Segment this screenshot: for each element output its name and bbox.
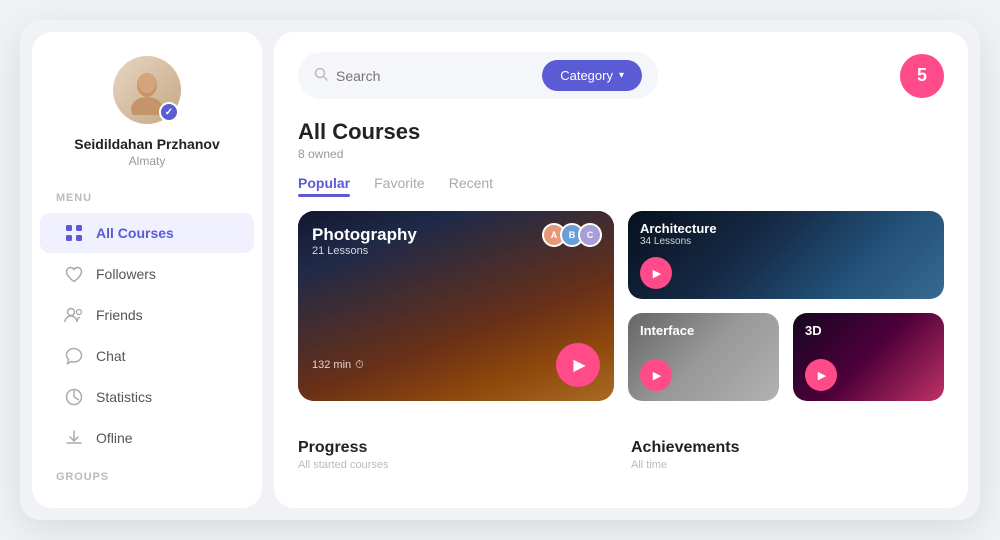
notification-button[interactable]: 5 xyxy=(900,54,944,98)
courses-grid: Photography 21 Lessons 132 min ⏱ ▶ xyxy=(298,211,944,415)
header: Category ▾ 5 xyxy=(298,52,944,99)
course-card-photography[interactable]: Photography 21 Lessons 132 min ⏱ ▶ xyxy=(298,211,614,401)
photography-duration: 132 min ⏱ xyxy=(312,359,364,372)
achievements-sub: All time xyxy=(631,459,944,471)
sidebar: Seidildahan Przhanov Almaty Menu All Cou… xyxy=(32,32,262,508)
sidebar-item-statistics[interactable]: Statistics xyxy=(40,377,254,417)
courses-title: All Courses xyxy=(298,119,944,145)
tab-favorite[interactable]: Favorite xyxy=(374,175,425,195)
threed-title: 3D xyxy=(805,323,932,338)
heart-icon xyxy=(64,264,84,284)
category-button[interactable]: Category ▾ xyxy=(542,60,642,91)
play-button-3d[interactable]: ▶ xyxy=(805,359,837,391)
download-icon xyxy=(64,428,84,448)
interface-title: Interface xyxy=(640,323,767,338)
sidebar-item-chat[interactable]: Chat xyxy=(40,336,254,376)
search-bar[interactable]: Category ▾ xyxy=(298,52,658,99)
statistics-icon xyxy=(64,387,84,407)
arch-title: Architecture xyxy=(640,221,932,236)
avatar-wrapper xyxy=(113,56,181,124)
sidebar-item-label-offline: Ofline xyxy=(96,430,133,446)
play-button-photography[interactable]: ▶ xyxy=(556,343,600,387)
arch-content: Architecture 34 Lessons ▶ xyxy=(628,211,944,299)
grid-icon xyxy=(64,223,84,243)
user-name: Seidildahan Przhanov xyxy=(74,136,219,152)
clock-icon: ⏱ xyxy=(355,359,364,372)
play-icon: ▶ xyxy=(573,355,585,375)
search-icon xyxy=(314,67,328,84)
play-icon-sm: ▶ xyxy=(653,267,661,280)
course-card-interface[interactable]: Interface ▶ xyxy=(628,313,779,401)
threed-content: 3D ▶ xyxy=(793,313,944,401)
bottom-right-cards: Interface ▶ 3D xyxy=(628,313,944,401)
tabs: Popular Favorite Recent xyxy=(298,175,944,195)
app-container: Seidildahan Przhanov Almaty Menu All Cou… xyxy=(20,20,980,520)
sidebar-item-label-followers: Followers xyxy=(96,266,156,282)
sidebar-item-label-friends: Friends xyxy=(96,307,143,323)
card-bottom: 132 min ⏱ ▶ xyxy=(312,343,600,387)
friends-icon xyxy=(64,305,84,325)
sidebar-item-label-statistics: Statistics xyxy=(96,389,152,405)
sidebar-item-friends[interactable]: Friends xyxy=(40,295,254,335)
sidebar-item-label-all-courses: All Courses xyxy=(96,225,174,241)
menu-label: Menu xyxy=(32,192,92,204)
arch-info: Architecture 34 Lessons xyxy=(640,221,932,247)
course-card-architecture[interactable]: Architecture 34 Lessons ▶ xyxy=(628,211,944,299)
bottom-section: Progress All started courses Achievement… xyxy=(298,429,944,471)
sidebar-item-offline[interactable]: Ofline xyxy=(40,418,254,458)
main-content: Category ▾ 5 All Courses 8 owned Popular… xyxy=(274,20,980,520)
play-icon-3d: ▶ xyxy=(818,369,826,382)
achievements-card: Achievements All time xyxy=(631,429,944,471)
photography-avatars: A B C xyxy=(542,223,602,247)
interface-content: Interface ▶ xyxy=(628,313,779,401)
search-input[interactable] xyxy=(336,68,522,84)
play-button-interface[interactable]: ▶ xyxy=(640,359,672,391)
tab-recent[interactable]: Recent xyxy=(449,175,493,195)
avatar-3: C xyxy=(578,223,602,247)
course-card-3d[interactable]: 3D ▶ xyxy=(793,313,944,401)
sidebar-nav: All Courses Followers xyxy=(32,212,262,459)
chevron-down-icon: ▾ xyxy=(619,70,624,81)
play-icon-interface: ▶ xyxy=(653,369,661,382)
sidebar-item-label-chat: Chat xyxy=(96,348,126,364)
chat-icon xyxy=(64,346,84,366)
verified-check-icon xyxy=(159,102,179,122)
main-inner: Category ▾ 5 All Courses 8 owned Popular… xyxy=(274,32,968,508)
sidebar-item-all-courses[interactable]: All Courses xyxy=(40,213,254,253)
notification-count: 5 xyxy=(917,65,927,86)
user-city: Almaty xyxy=(129,154,166,168)
category-label: Category xyxy=(560,68,613,83)
progress-card: Progress All started courses xyxy=(298,429,611,471)
sidebar-item-followers[interactable]: Followers xyxy=(40,254,254,294)
groups-label: GROUPS xyxy=(32,471,109,483)
arch-lessons: 34 Lessons xyxy=(640,236,932,247)
progress-title: Progress xyxy=(298,439,611,457)
right-column: Architecture 34 Lessons ▶ xyxy=(628,211,944,401)
courses-subtitle: 8 owned xyxy=(298,147,944,161)
achievements-title: Achievements xyxy=(631,439,944,457)
tab-popular[interactable]: Popular xyxy=(298,175,350,195)
play-button-architecture[interactable]: ▶ xyxy=(640,257,672,289)
progress-sub: All started courses xyxy=(298,459,611,471)
